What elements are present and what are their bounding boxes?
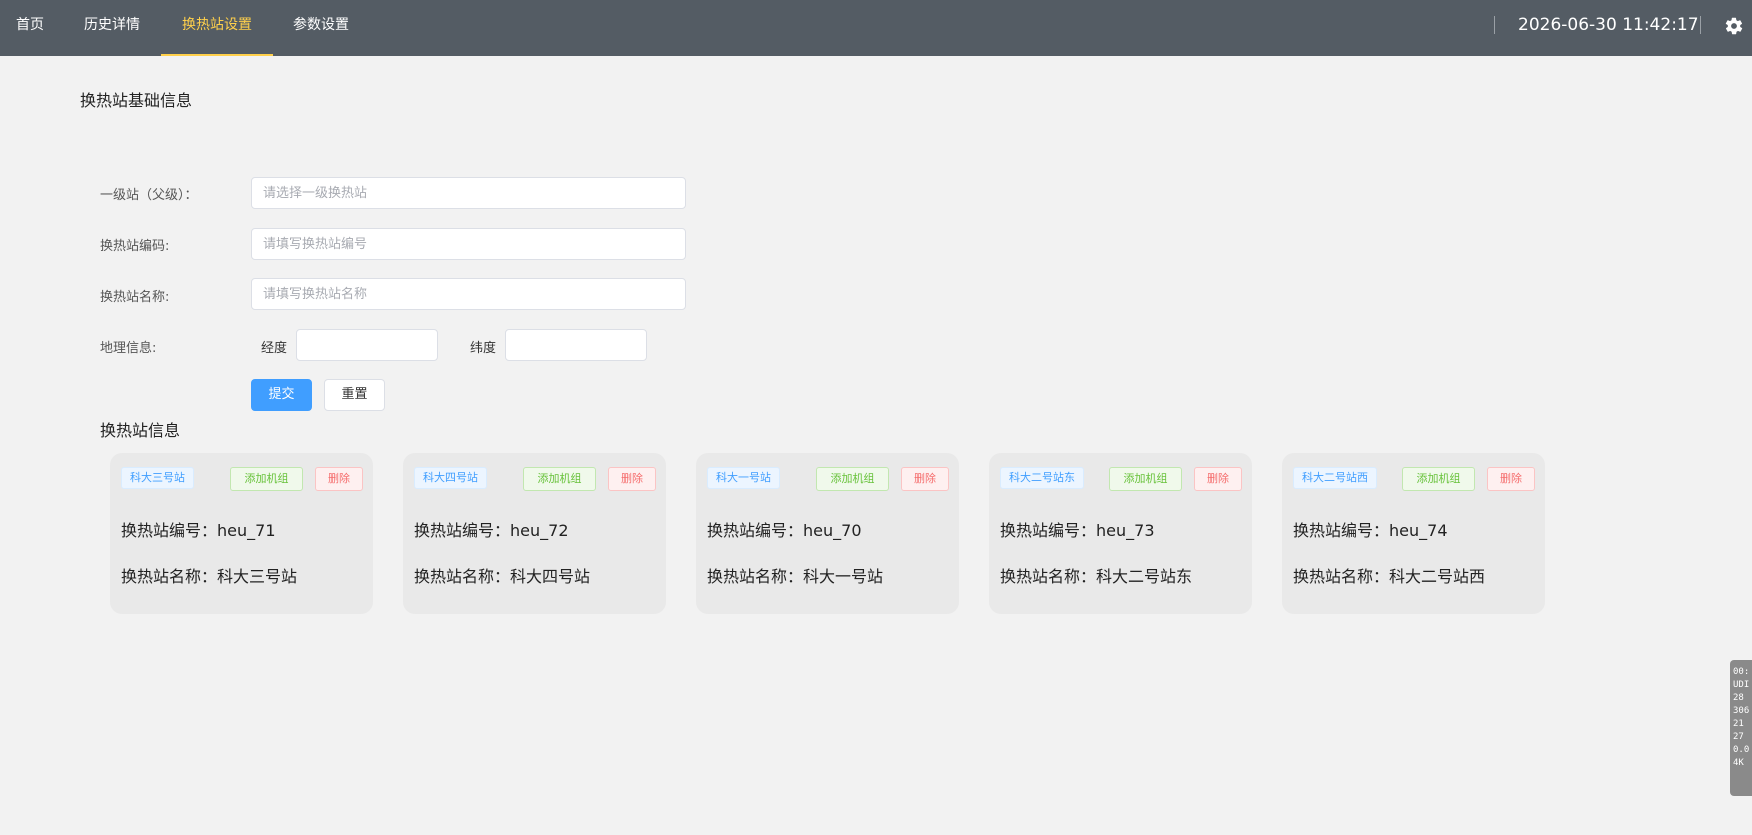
station-tag: 科大四号站 — [414, 467, 487, 489]
station-tag: 科大一号站 — [707, 467, 780, 489]
delete-button[interactable]: 删除 — [1194, 467, 1242, 491]
add-unit-button[interactable]: 添加机组 — [1109, 467, 1182, 491]
nav-separator — [1700, 16, 1701, 34]
nav-item-station-settings[interactable]: 换热站设置 — [161, 0, 273, 56]
station-code-value: heu_73 — [1096, 521, 1155, 540]
parent-station-select[interactable] — [251, 177, 686, 209]
station-name-value: 科大四号站 — [510, 567, 591, 586]
station-name-row: 换热站名称：科大二号站东 — [1000, 563, 1192, 587]
station-name-prefix: 换热站名称： — [1293, 567, 1390, 586]
basic-info-title: 换热站基础信息 — [80, 91, 193, 110]
delete-button[interactable]: 删除 — [1487, 467, 1535, 491]
station-code-value: heu_72 — [510, 521, 569, 540]
station-code-row: 换热站编号：heu_70 — [707, 517, 862, 541]
station-card: 科大二号站西 添加机组 删除 换热站编号：heu_74 换热站名称：科大二号站西 — [1282, 453, 1545, 614]
station-name-row: 换热站名称：科大三号站 — [121, 563, 297, 587]
station-name-row: 换热站名称：科大一号站 — [707, 563, 883, 587]
nav-item-param-settings[interactable]: 参数设置 — [293, 0, 363, 56]
station-code-prefix: 换热站编号： — [1293, 521, 1390, 540]
top-navbar: 首页 历史详情 换热站设置 参数设置 2026-06-30 11:42:17 — [0, 0, 1752, 56]
station-code-row: 换热站编号：heu_74 — [1293, 517, 1448, 541]
station-name-prefix: 换热站名称： — [121, 567, 218, 586]
add-unit-button[interactable]: 添加机组 — [523, 467, 596, 491]
perf-line: 00: — [1733, 667, 1750, 677]
longitude-input[interactable] — [296, 329, 438, 361]
perf-line: 0.0 — [1733, 745, 1750, 755]
station-name-input[interactable] — [251, 278, 686, 310]
perf-monitor-widget[interactable]: 00: UDI 28 306 21 27 0.0 4K — [1730, 660, 1752, 796]
gear-icon[interactable] — [1724, 16, 1744, 36]
station-name-value: 科大一号站 — [803, 567, 884, 586]
station-info-title: 换热站信息 — [100, 421, 181, 440]
station-name-prefix: 换热站名称： — [707, 567, 804, 586]
station-code-value: heu_71 — [217, 521, 276, 540]
station-name-row: 换热站名称：科大四号站 — [414, 563, 590, 587]
station-tag: 科大三号站 — [121, 467, 194, 489]
station-code-input[interactable] — [251, 228, 686, 260]
add-unit-button[interactable]: 添加机组 — [1402, 467, 1475, 491]
add-unit-button[interactable]: 添加机组 — [230, 467, 303, 491]
latitude-input[interactable] — [505, 329, 647, 361]
station-card: 科大二号站东 添加机组 删除 换热站编号：heu_73 换热站名称：科大二号站东 — [989, 453, 1252, 614]
station-code-prefix: 换热站编号： — [1000, 521, 1097, 540]
station-name-label: 换热站名称: — [100, 290, 170, 305]
station-code-row: 换热站编号：heu_73 — [1000, 517, 1155, 541]
delete-button[interactable]: 删除 — [901, 467, 949, 491]
latitude-label: 纬度 — [470, 341, 497, 356]
geo-info-label: 地理信息: — [100, 341, 157, 356]
nav-item-history[interactable]: 历史详情 — [84, 0, 148, 56]
station-code-value: heu_74 — [1389, 521, 1448, 540]
station-card: 科大一号站 添加机组 删除 换热站编号：heu_70 换热站名称：科大一号站 — [696, 453, 959, 614]
nav-separator — [1494, 16, 1495, 34]
perf-line: 27 — [1733, 732, 1744, 742]
station-name-prefix: 换热站名称： — [1000, 567, 1097, 586]
station-tag: 科大二号站东 — [1000, 467, 1084, 489]
station-name-value: 科大三号站 — [217, 567, 298, 586]
station-card: 科大四号站 添加机组 删除 换热站编号：heu_72 换热站名称：科大四号站 — [403, 453, 666, 614]
perf-line: 28 — [1733, 693, 1744, 703]
station-name-row: 换热站名称：科大二号站西 — [1293, 563, 1485, 587]
station-code-row: 换热站编号：heu_72 — [414, 517, 569, 541]
perf-line: 21 — [1733, 719, 1744, 729]
station-name-value: 科大二号站东 — [1096, 567, 1193, 586]
parent-station-label: 一级站（父级）： — [100, 188, 198, 203]
delete-button[interactable]: 删除 — [315, 467, 363, 491]
current-datetime: 2026-06-30 11:42:17 — [1518, 15, 1699, 35]
station-name-prefix: 换热站名称： — [414, 567, 511, 586]
submit-button[interactable]: 提交 — [251, 379, 312, 411]
station-code-prefix: 换热站编号： — [707, 521, 804, 540]
longitude-label: 经度 — [261, 341, 288, 356]
station-card: 科大三号站 添加机组 删除 换热站编号：heu_71 换热站名称：科大三号站 — [110, 453, 373, 614]
station-tag: 科大二号站西 — [1293, 467, 1377, 489]
nav-item-home[interactable]: 首页 — [16, 0, 56, 56]
station-code-prefix: 换热站编号： — [414, 521, 511, 540]
perf-line: UDI — [1733, 680, 1750, 690]
reset-button[interactable]: 重置 — [324, 379, 385, 411]
station-code-row: 换热站编号：heu_71 — [121, 517, 276, 541]
perf-line: 4K — [1733, 758, 1744, 768]
delete-button[interactable]: 删除 — [608, 467, 656, 491]
station-code-value: heu_70 — [803, 521, 862, 540]
station-code-prefix: 换热站编号： — [121, 521, 218, 540]
station-code-label: 换热站编码: — [100, 239, 170, 254]
perf-line: 306 — [1733, 706, 1750, 716]
add-unit-button[interactable]: 添加机组 — [816, 467, 889, 491]
station-name-value: 科大二号站西 — [1389, 567, 1486, 586]
